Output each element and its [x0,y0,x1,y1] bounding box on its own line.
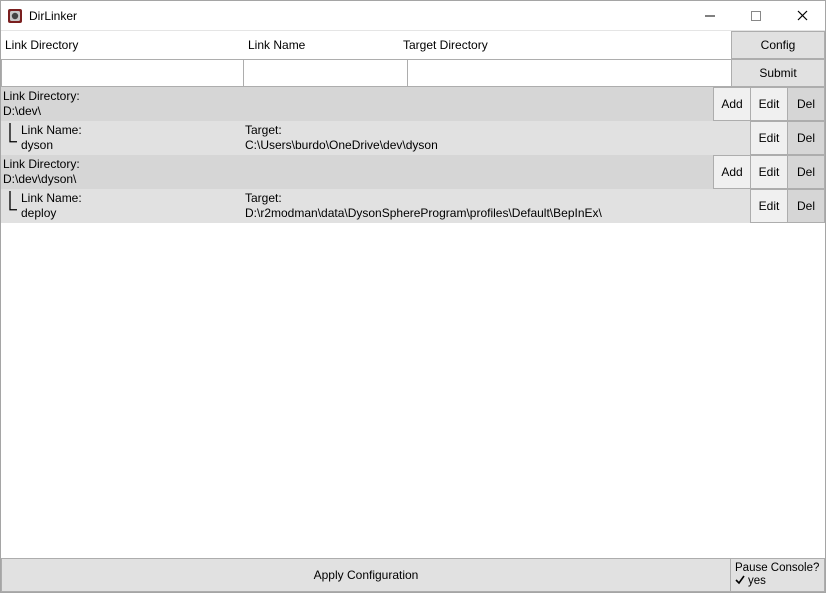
input-row: Submit [1,59,825,87]
app-icon [7,8,23,24]
checkmark-icon [735,575,745,589]
header-link-name: Link Name [244,31,399,59]
config-button[interactable]: Config [731,31,825,59]
app-window: DirLinker Link Directory Link Name Targe… [0,0,826,593]
item-target-label: Target: [245,191,714,206]
delete-button[interactable]: Del [787,121,825,155]
item-name: deploy [21,206,245,221]
window-title: DirLinker [29,9,77,23]
footer: Apply Configuration Pause Console? yes [1,558,825,592]
item-target: D:\r2modman\data\DysonSphereProgram\prof… [245,206,714,221]
delete-button[interactable]: Del [787,155,825,189]
item-row: Link Name: deploy Target: D:\r2modman\da… [1,189,825,223]
maximize-button[interactable] [733,1,779,31]
submit-button[interactable]: Submit [731,59,825,87]
item-row: Link Name: dyson Target: C:\Users\burdo\… [1,121,825,155]
item-name: dyson [21,138,245,153]
title-bar: DirLinker [1,1,825,31]
add-button[interactable]: Add [713,87,751,121]
links-list: Link Directory: D:\dev\ Add Edit Del Lin… [1,87,825,558]
delete-button[interactable]: Del [787,189,825,223]
group-row: Link Directory: D:\dev\dyson\ Add Edit D… [1,155,825,189]
apply-configuration-button[interactable]: Apply Configuration [1,558,731,592]
item-name-label: Link Name: [21,191,245,206]
item-target: C:\Users\burdo\OneDrive\dev\dyson [245,138,714,153]
pause-console-label: Pause Console? [735,562,819,575]
add-button[interactable]: Add [713,155,751,189]
edit-button[interactable]: Edit [750,189,788,223]
link-directory-input[interactable] [1,59,244,87]
pause-console-value: yes [748,575,766,588]
delete-button[interactable]: Del [787,87,825,121]
minimize-button[interactable] [687,1,733,31]
group-dir: D:\dev\ [3,104,263,119]
tree-branch-icon [8,191,18,221]
item-name-label: Link Name: [21,123,245,138]
group-label: Link Directory: [3,157,263,172]
group-row: Link Directory: D:\dev\ Add Edit Del [1,87,825,121]
tree-branch-icon [8,123,18,153]
target-directory-input[interactable] [407,59,732,87]
edit-button[interactable]: Edit [750,155,788,189]
link-name-input[interactable] [243,59,408,87]
item-target-label: Target: [245,123,714,138]
edit-button[interactable]: Edit [750,121,788,155]
header-target-directory: Target Directory [399,31,731,59]
group-label: Link Directory: [3,89,263,104]
group-dir: D:\dev\dyson\ [3,172,263,187]
header-link-directory: Link Directory [1,31,244,59]
close-button[interactable] [779,1,825,31]
pause-console-toggle[interactable]: Pause Console? yes [731,558,825,592]
edit-button[interactable]: Edit [750,87,788,121]
column-headers: Link Directory Link Name Target Director… [1,31,825,59]
